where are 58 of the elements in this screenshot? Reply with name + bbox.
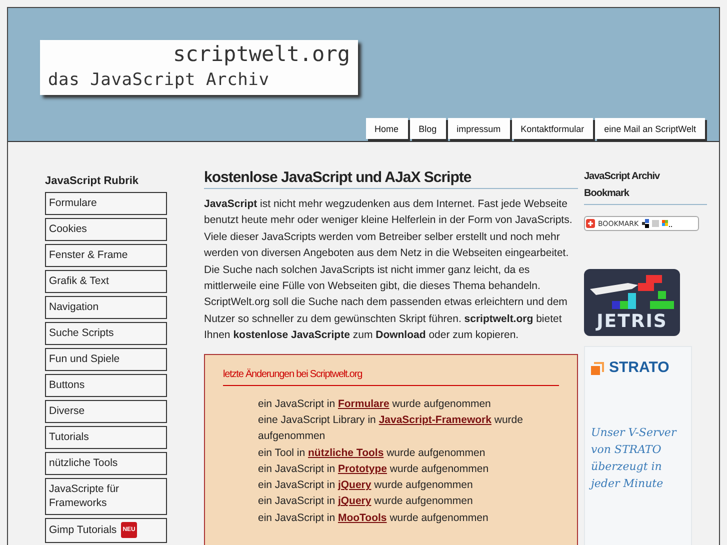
sidebar-link-label[interactable]: Fun und Spiele: [49, 352, 120, 366]
sidebar-link[interactable]: Cookies: [45, 218, 167, 241]
logo-icon: [591, 360, 605, 374]
sidebar-link[interactable]: Formulare: [45, 192, 167, 215]
change-entry: ein JavaScript in jQuery wurde aufgenommen: [258, 478, 474, 494]
sidebar-link-label[interactable]: Tutorials: [49, 430, 89, 444]
sidebar-title: JavaScript Rubrik: [45, 175, 140, 187]
sidebar-link[interactable]: Buttons: [45, 374, 167, 397]
sidebar-link[interactable]: JavaScripte für Frameworks: [45, 478, 167, 515]
nav-tab[interactable]: impressum: [448, 118, 510, 139]
category-link[interactable]: MooTools: [338, 512, 387, 524]
sidebar-link-label[interactable]: Diverse: [49, 404, 85, 418]
sidebar-link[interactable]: Grafik & Text: [45, 270, 167, 293]
sidebar-link-label[interactable]: nützliche Tools: [49, 456, 118, 470]
game-title: JETRIS: [596, 311, 668, 332]
category-link[interactable]: JavaScript-Framework: [378, 414, 492, 426]
nav-tab[interactable]: Home: [366, 118, 408, 139]
nav-tab[interactable]: eine Mail an ScriptWelt: [595, 118, 705, 139]
changes-title: letzte Änderungen bei Scriptwelt.org: [223, 368, 559, 386]
logo-title: scriptwelt.org: [172, 41, 350, 68]
game-ad-banner[interactable]: JETRIS: [584, 269, 680, 336]
sidebar-link-label[interactable]: Formulare: [49, 196, 97, 210]
sidebar-link[interactable]: nützliche Tools: [45, 452, 167, 475]
brand-name: STRATO: [609, 359, 670, 376]
site-logo[interactable]: scriptwelt.org das JavaScript Archiv: [40, 40, 358, 95]
sidebar-link[interactable]: Tutorials: [45, 426, 167, 449]
category-link[interactable]: jQuery: [338, 479, 372, 492]
sidebar-link[interactable]: Fun und Spiele: [45, 348, 167, 371]
sidebar-link-label[interactable]: Gimp Tutorials: [49, 523, 117, 537]
intro-paragraph: JavaScript ist nicht mehr wegzudenken aus dem Internet. Fast jede Webseite benutzt heute mehr oder weniger kleine Helferlein in der Form von JavaScripts. Viele dieser JavaScripts werden vom Betreiber selber erstellt und noch mehr werden von diversen Angeboten aus dem Netz in die Webseiten eingearbeitet. Die Suche nach solchen JavaScripts ist nicht immer ganz leicht, da es mittlerweile eine Fülle von Webseiten gibt, die dieses Thema behandeln. ScriptWelt.org soll die Suche nach dem passenden etwas erleichtern und dem Nutzer so schneller zu dem gewünschten Skript führen. scriptwelt.org bietet Ihnen kostenlose JavaScripte zum Download oder zum kopieren.: [204, 197, 574, 344]
category-link[interactable]: Formulare: [338, 398, 390, 410]
sidebar-link-label[interactable]: Fenster & Frame: [49, 248, 128, 262]
category-link[interactable]: jQuery: [338, 495, 372, 508]
sidebar-link[interactable]: Navigation: [45, 296, 167, 319]
ad-slogan: Unser V-Server von STRATO überzeugt in jeder Minute: [591, 425, 678, 492]
sidebar-link-label[interactable]: Cookies: [49, 222, 87, 236]
change-entry: ein JavaScript in Formulare wurde aufgenommen: [258, 396, 492, 412]
sidebar-link-label[interactable]: Buttons: [49, 378, 85, 392]
page-heading: kostenlose JavaScript und AJaX Scripte: [204, 165, 578, 189]
change-entry: ein JavaScript in MooTools wurde aufgenommen: [258, 510, 490, 526]
bookmark-title: JavaScript Archiv Bookmark: [584, 165, 707, 205]
change-entry: ein Tool in nützliche Tools wurde aufgenommen: [258, 446, 486, 461]
category-link[interactable]: nützliche Tools: [308, 446, 384, 459]
change-entry: ein JavaScript in Prototype wurde aufgenommen: [258, 462, 490, 477]
plus-icon: [586, 219, 595, 228]
hosting-ad-banner[interactable]: STRATO Unser V-Server von STRATO überzeugt in jeder Minute: [584, 346, 692, 545]
sidebar-link-label[interactable]: JavaScripte für Frameworks: [49, 482, 163, 510]
nav-tab[interactable]: Kontaktformular: [512, 118, 594, 139]
sidebar-link-label[interactable]: Suche Scripts: [49, 326, 114, 340]
category-link[interactable]: Prototype: [338, 462, 387, 475]
sidebar-link[interactable]: Diverse: [45, 400, 167, 423]
sidebar-link-label[interactable]: Grafik & Text: [49, 274, 109, 288]
sidebar-link-label[interactable]: Navigation: [49, 300, 99, 314]
sidebar-link[interactable]: Suche Scripts: [45, 322, 167, 345]
change-entry: ein JavaScript in jQuery wurde aufgenommen: [258, 494, 474, 510]
nav-tab[interactable]: Blog: [410, 118, 446, 139]
logo-subtitle: das JavaScript Archiv: [48, 69, 270, 92]
sidebar-link[interactable]: Fenster & Frame: [45, 244, 167, 267]
